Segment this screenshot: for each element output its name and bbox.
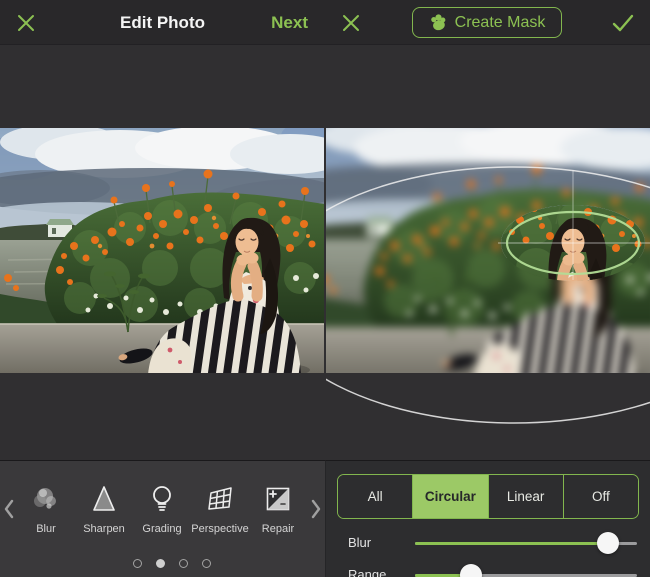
top-bar-create-mask: Create Mask [325, 0, 650, 45]
tool-grading[interactable]: Grading [133, 483, 191, 535]
top-bar: Edit Photo Next Create Mask [0, 0, 650, 45]
tool-blur[interactable]: Blur [17, 483, 75, 535]
blur-icon [30, 483, 62, 515]
range-slider-thumb[interactable] [459, 564, 482, 577]
segment-linear[interactable]: Linear [487, 475, 563, 518]
create-mask-button[interactable]: Create Mask [412, 7, 562, 38]
create-mask-label: Create Mask [454, 13, 546, 31]
mask-settings-panel: All Circular Linear Off Blur Range [325, 460, 650, 577]
mask-hand-icon [430, 14, 446, 31]
page-dot[interactable] [133, 559, 142, 568]
segment-off[interactable]: Off [562, 475, 638, 518]
blur-slider-thumb[interactable] [597, 532, 620, 554]
blur-slider[interactable] [415, 531, 637, 555]
repair-icon [262, 483, 294, 515]
tool-label: Perspective [191, 523, 249, 535]
segment-all[interactable]: All [338, 475, 413, 518]
photo-mask-preview[interactable] [326, 128, 650, 373]
sharpen-icon [88, 483, 120, 515]
blur-slider-row: Blur [326, 531, 650, 555]
top-bar-edit-photo: Edit Photo Next [0, 0, 325, 45]
chevron-left-icon[interactable] [2, 497, 16, 521]
range-slider[interactable] [415, 563, 637, 577]
slider-fill [415, 541, 609, 545]
range-slider-row: Range [326, 563, 650, 577]
close-icon[interactable] [339, 11, 363, 35]
segment-circular[interactable]: Circular [412, 475, 488, 518]
page-dot[interactable] [179, 559, 188, 568]
page-dot[interactable] [156, 559, 165, 568]
tool-label: Repair [261, 523, 295, 535]
next-button[interactable]: Next [271, 0, 308, 45]
tool-label: Blur [36, 523, 56, 535]
blur-slider-label: Blur [348, 535, 372, 550]
tool-perspective[interactable]: Perspective [191, 483, 249, 535]
photo-original[interactable] [0, 128, 324, 373]
page-dot[interactable] [202, 559, 211, 568]
page-dots [133, 559, 211, 568]
confirm-checkmark-icon[interactable] [610, 10, 636, 36]
tool-sharpen[interactable]: Sharpen [75, 483, 133, 535]
range-slider-label: Range [348, 567, 387, 577]
perspective-icon [204, 483, 236, 515]
slider-track[interactable] [415, 573, 637, 577]
tools-toolbar: Blur Sharpen Grading Perspective Repair [0, 460, 325, 577]
photo-editor-app: Edit Photo Next Create Mask Blur Sharpen… [0, 0, 650, 577]
grading-icon [146, 483, 178, 515]
tools-row: Blur Sharpen Grading Perspective Repair [17, 483, 307, 535]
tool-label: Grading [142, 523, 182, 535]
chevron-right-icon[interactable] [309, 497, 323, 521]
tool-label: Sharpen [83, 523, 125, 535]
tool-repair[interactable]: Repair [249, 483, 307, 535]
mask-type-segmented-control: All Circular Linear Off [337, 474, 639, 519]
